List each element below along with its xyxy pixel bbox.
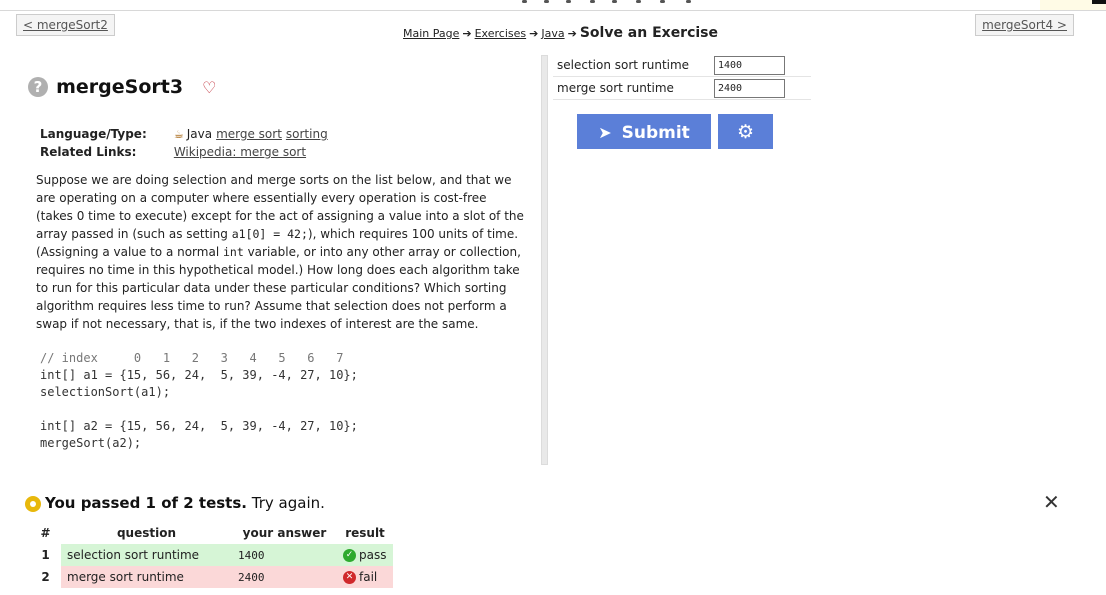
result-hint: Try again. <box>251 494 325 512</box>
breadcrumb-current: Solve an Exercise <box>579 25 719 41</box>
close-icon[interactable]: ✕ <box>1043 490 1060 514</box>
breadcrumb-java[interactable]: Java <box>541 27 564 40</box>
merge-sort-runtime-input[interactable] <box>714 79 785 98</box>
breadcrumb-arrow-icon: ➔ <box>462 27 472 40</box>
answer-label: selection sort runtime <box>557 58 690 72</box>
next-problem-link[interactable]: mergeSort4 > <box>975 14 1074 36</box>
table-header-row: # question your answer result <box>30 522 393 544</box>
result-summary: You passed 1 of 2 tests. <box>45 494 247 512</box>
submit-button[interactable]: ➤ Submit <box>577 114 711 149</box>
tag-link-sorting[interactable]: sorting <box>286 127 328 141</box>
row-result: ✓ pass <box>337 544 393 566</box>
heart-icon[interactable]: ♡ <box>202 78 216 97</box>
code-line: selectionSort(a1); <box>40 385 171 399</box>
table-row: 2 merge sort runtime 2400 ✕ fail <box>30 566 393 588</box>
result-banner: You passed 1 of 2 tests. Try again. <box>25 494 325 512</box>
top-corner-mark <box>1092 0 1106 4</box>
page-title: mergeSort3 <box>56 76 184 98</box>
breadcrumb-arrow-icon: ➔ <box>529 27 539 40</box>
submit-label: Submit <box>621 123 690 143</box>
settings-button[interactable]: ⚙ <box>718 114 773 149</box>
inline-code: a1[0] = 42; <box>231 227 308 241</box>
table-row: 1 selection sort runtime 1400 ✓ pass <box>30 544 393 566</box>
row-number: 2 <box>41 570 50 584</box>
selection-sort-runtime-input[interactable] <box>714 56 785 75</box>
row-question: merge sort runtime <box>61 566 232 588</box>
language-value: Java <box>186 127 213 141</box>
previous-problem-link[interactable]: < mergeSort2 <box>16 14 115 36</box>
answer-label: merge sort runtime <box>557 81 674 95</box>
code-line: int[] a1 = {15, 56, 24, 5, 39, -4, 27, 1… <box>40 368 358 382</box>
top-cutoff-glyphs <box>520 0 700 4</box>
panel-splitter[interactable] <box>541 55 548 465</box>
help-icon[interactable]: ? <box>28 77 48 97</box>
gear-icon: ⚙ <box>736 122 755 143</box>
code-line: int[] a2 = {15, 56, 24, 5, 39, -4, 27, 1… <box>40 419 358 433</box>
column-header: question <box>116 526 177 540</box>
row-result: ✕ fail <box>337 566 393 588</box>
breadcrumb-arrow-icon: ➔ <box>567 27 577 40</box>
check-circle-icon: ✓ <box>343 549 356 562</box>
column-header: your answer <box>242 526 327 540</box>
java-icon: ☕ <box>173 128 184 141</box>
row-number: 1 <box>41 548 50 562</box>
problem-description: Suppose we are doing selection and merge… <box>36 173 524 331</box>
related-links-label: Related Links: <box>40 145 137 159</box>
tag-link-merge-sort[interactable]: merge sort <box>216 127 282 141</box>
problem-meta: Language/Type: ☕ Java merge sort sorting Re… <box>40 127 332 163</box>
code-block: // index 0 1 2 3 4 5 6 7 int[] a1 = {15,… <box>40 350 358 452</box>
breadcrumb: Main Page ➔ Exercises ➔ Java ➔ Solve an Exerci… <box>403 25 718 41</box>
row-answer: 2400 <box>232 566 337 588</box>
inline-code: int <box>222 245 244 259</box>
answer-form: selection sort runtime merge sort runtim… <box>553 54 811 100</box>
column-header: result <box>345 526 385 540</box>
answer-row: selection sort runtime <box>553 54 811 77</box>
top-divider <box>0 10 1106 11</box>
rocket-icon: ➤ <box>598 123 612 142</box>
results-table: # question your answer result 1 selectio… <box>30 522 393 588</box>
x-circle-icon: ✕ <box>343 571 356 584</box>
row-question: selection sort runtime <box>61 544 232 566</box>
code-line: mergeSort(a2); <box>40 436 142 450</box>
answer-row: merge sort runtime <box>553 77 811 100</box>
warning-icon <box>25 495 41 512</box>
breadcrumb-main-page[interactable]: Main Page <box>403 27 459 40</box>
row-answer: 1400 <box>232 544 337 566</box>
problem-header: ? mergeSort3 ♡ <box>28 76 216 100</box>
column-header: # <box>40 526 51 540</box>
related-link-wikipedia[interactable]: Wikipedia: merge sort <box>174 145 306 159</box>
code-line: // index 0 1 2 3 4 5 6 7 <box>40 351 344 365</box>
breadcrumb-exercises[interactable]: Exercises <box>475 27 527 40</box>
language-type-label: Language/Type: <box>40 127 147 141</box>
